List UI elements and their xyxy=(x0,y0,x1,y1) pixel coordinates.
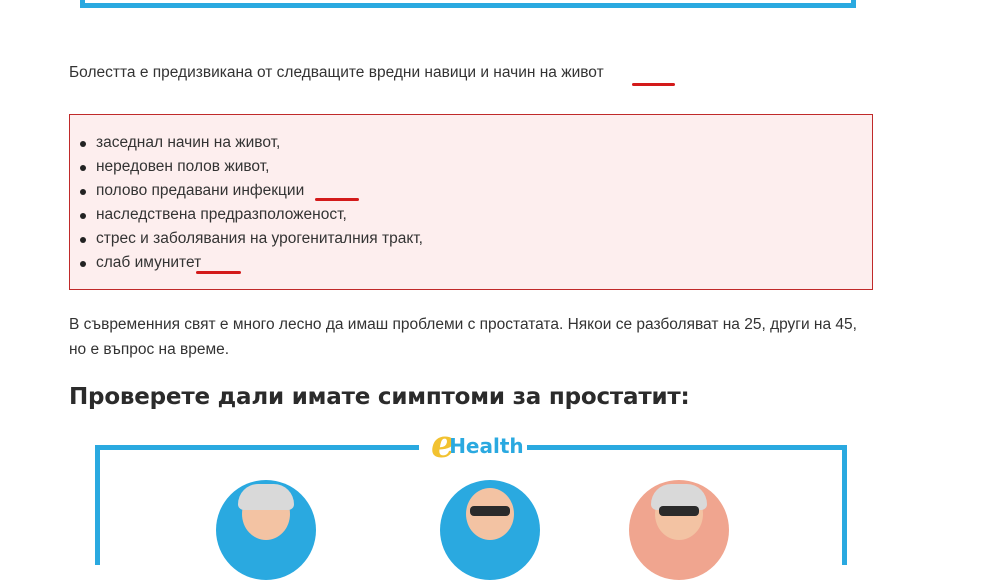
sunglasses-icon xyxy=(659,506,699,516)
logo-word: Health xyxy=(449,434,524,458)
bullet-icon xyxy=(80,237,86,243)
list-item-text: слаб имунитет xyxy=(96,254,202,271)
bullet-icon xyxy=(80,189,86,195)
avatar-hair xyxy=(238,484,294,510)
list-item: слаб имунитет xyxy=(78,251,423,275)
causes-callout-box: заседнал начин на живот, нередовен полов… xyxy=(69,114,873,290)
elderly-man-avatar-2 xyxy=(440,480,540,580)
elderly-man-avatar-3 xyxy=(629,480,729,580)
bullet-icon xyxy=(80,261,86,267)
list-item-text: нередовен полов живот, xyxy=(96,158,270,175)
list-item-text: заседнал начин на живот, xyxy=(96,134,281,151)
list-item: нередовен полов живот, xyxy=(78,155,423,179)
body-paragraph: В съвременния свят е много лесно да имаш… xyxy=(69,316,857,358)
list-item-text: полово предавани инфекции xyxy=(96,182,305,199)
list-item-text: наследствена предразположеност, xyxy=(96,206,347,223)
list-item: заседнал начин на живот, xyxy=(78,131,423,155)
bullet-icon xyxy=(80,141,86,147)
symptoms-infographic: eHealth xyxy=(95,421,847,580)
ehealth-logo: eHealth xyxy=(431,421,524,466)
causes-list: заседнал начин на живот, нередовен полов… xyxy=(78,131,423,275)
bullet-icon xyxy=(80,165,86,171)
hand-underline-3 xyxy=(196,271,241,274)
intro-paragraph: Болестта е предизвикана от следващите вр… xyxy=(69,64,604,81)
list-item: полово предавани инфекции xyxy=(78,179,423,203)
section-heading: Проверете дали имате симптоми за простат… xyxy=(69,384,690,410)
elderly-man-avatar-1 xyxy=(216,480,316,580)
top-infographic-frame xyxy=(80,0,856,8)
list-item: стрес и заболявания на урогениталния тра… xyxy=(78,227,423,251)
list-item-text: стрес и заболявания на урогениталния тра… xyxy=(96,230,423,247)
hand-underline-1 xyxy=(632,83,675,86)
list-item: наследствена предразположеност, xyxy=(78,203,423,227)
hand-underline-2 xyxy=(315,198,359,201)
bullet-icon xyxy=(80,213,86,219)
sunglasses-icon xyxy=(470,506,510,516)
